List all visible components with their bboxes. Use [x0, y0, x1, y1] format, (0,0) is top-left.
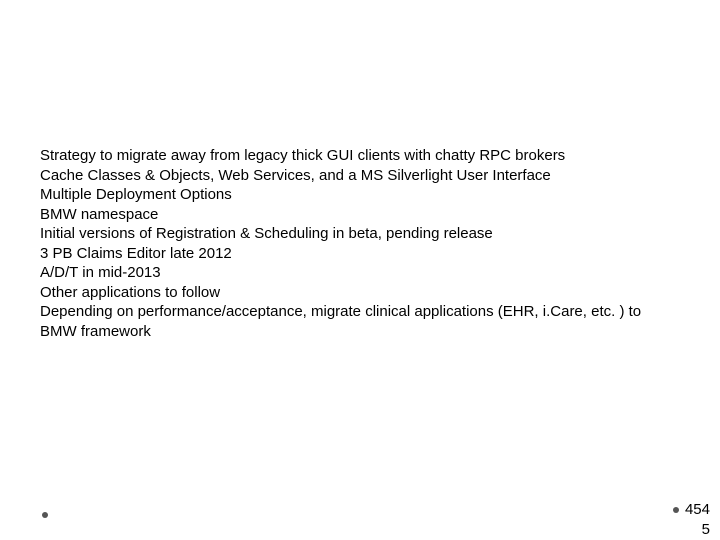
body-line: A/D/T in mid-2013 [40, 263, 680, 283]
slide-body: Strategy to migrate away from legacy thi… [40, 146, 680, 341]
footer-right: 454 [673, 501, 710, 518]
body-line: Depending on performance/acceptance, mig… [40, 302, 680, 341]
body-line: BMW namespace [40, 205, 680, 225]
body-line: Initial versions of Registration & Sched… [40, 224, 680, 244]
body-line: Cache Classes & Objects, Web Services, a… [40, 166, 680, 186]
bullet-icon [42, 512, 48, 518]
page-number: 454 [685, 501, 710, 518]
bullet-icon [673, 507, 679, 513]
body-line: Other applications to follow [40, 283, 680, 303]
body-line: 3 PB Claims Editor late 2012 [40, 244, 680, 264]
footer-left [42, 511, 48, 518]
corner-number: 5 [702, 521, 710, 538]
slide: Strategy to migrate away from legacy thi… [0, 0, 720, 540]
body-line: Multiple Deployment Options [40, 185, 680, 205]
body-line: Strategy to migrate away from legacy thi… [40, 146, 680, 166]
